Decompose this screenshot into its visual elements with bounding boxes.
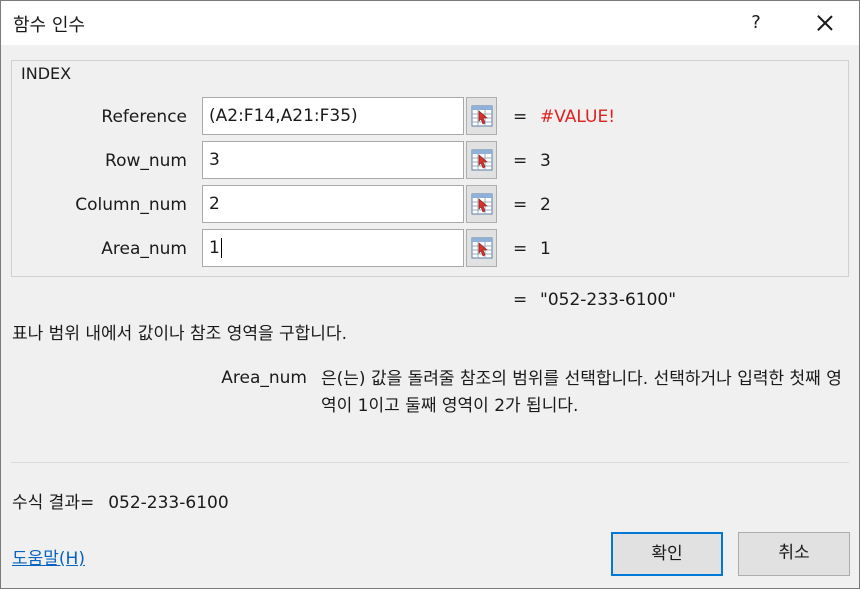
- row-num-collapse-button[interactable]: [466, 141, 497, 179]
- row-num-input[interactable]: [202, 141, 464, 179]
- reference-label: Reference: [101, 107, 187, 127]
- close-icon[interactable]: [807, 5, 843, 41]
- column-num-label: Column_num: [75, 195, 187, 215]
- area-num-equals: =: [513, 239, 528, 259]
- help-link[interactable]: 도움말(H): [12, 544, 85, 569]
- area-num-input[interactable]: 1: [202, 229, 464, 267]
- row-num-result: 3: [540, 151, 551, 171]
- reference-equals: =: [513, 107, 528, 127]
- column-num-collapse-button[interactable]: [466, 185, 497, 223]
- function-arguments-dialog: 함수 인수 ? INDEX Reference = #VALUE! Row_nu…: [0, 0, 860, 589]
- area-num-result: 1: [540, 239, 551, 259]
- area-num-label: Area_num: [101, 239, 187, 259]
- area-num-value: 1: [209, 238, 220, 258]
- title-bar: 함수 인수 ?: [1, 1, 859, 45]
- function-result-value: "052-233-6100": [540, 290, 677, 310]
- cancel-button[interactable]: 취소: [738, 532, 850, 576]
- function-result-equals: =: [513, 290, 528, 310]
- row-num-equals: =: [513, 151, 528, 171]
- argument-help-text: 은(는) 값을 돌려줄 참조의 범위를 선택합니다. 선택하거나 입력한 첫째 …: [321, 369, 842, 416]
- range-select-icon: [471, 237, 493, 259]
- function-name: INDEX: [19, 64, 74, 83]
- text-caret: [220, 238, 222, 258]
- divider: [11, 462, 849, 463]
- reference-input[interactable]: [202, 97, 464, 135]
- range-select-icon: [471, 105, 493, 127]
- range-select-icon: [471, 193, 493, 215]
- formula-result-value: 052-233-6100: [108, 493, 229, 513]
- formula-result-label: 수식 결과=: [12, 493, 95, 513]
- range-select-icon: [471, 149, 493, 171]
- argument-help-name: Area_num: [221, 368, 307, 388]
- row-num-label: Row_num: [105, 151, 187, 171]
- formula-result: 수식 결과= 052-233-6100: [12, 488, 229, 513]
- ok-button[interactable]: 확인: [611, 532, 723, 576]
- function-description: 표나 범위 내에서 값이나 참조 영역을 구합니다.: [12, 324, 347, 344]
- column-num-input[interactable]: [202, 185, 464, 223]
- column-num-equals: =: [513, 195, 528, 215]
- column-num-result: 2: [540, 195, 551, 215]
- help-question-button[interactable]: ?: [741, 5, 771, 41]
- reference-result: #VALUE!: [540, 107, 616, 127]
- area-num-collapse-button[interactable]: [466, 229, 497, 267]
- reference-collapse-button[interactable]: [466, 97, 497, 135]
- dialog-title: 함수 인수: [13, 15, 85, 36]
